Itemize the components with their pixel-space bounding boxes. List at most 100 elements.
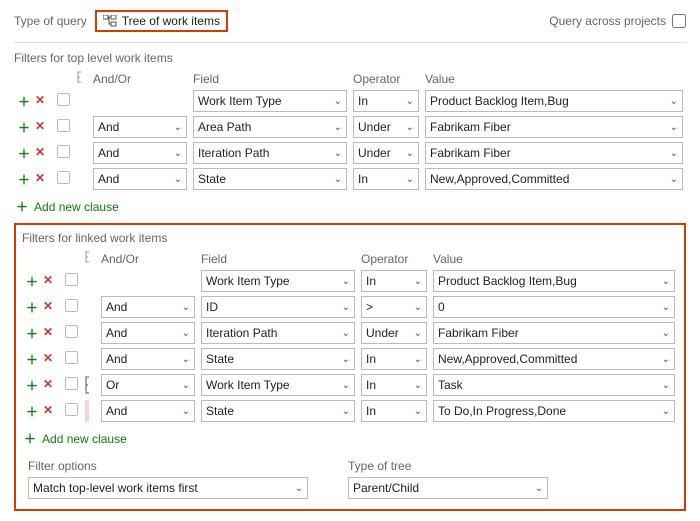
field-select[interactable]: Work Item Type ⌄	[201, 270, 355, 292]
remove-row-icon[interactable]: ✕	[33, 171, 47, 188]
andor-select[interactable]: And ⌄	[101, 296, 195, 318]
operator-select[interactable]: > ⌄	[361, 296, 427, 318]
add-row-icon[interactable]: ＋	[25, 351, 39, 368]
chevron-down-icon: ⌄	[670, 122, 678, 133]
field-select[interactable]: Work Item Type ⌄	[193, 90, 347, 112]
field-select-value: Iteration Path	[198, 146, 269, 160]
row-checkbox[interactable]	[57, 171, 70, 184]
andor-select[interactable]: And ⌄	[101, 348, 195, 370]
operator-select[interactable]: In ⌄	[361, 374, 427, 396]
col-operator-header: Operator	[350, 69, 422, 88]
clause-row: ＋ ✕ And ⌄ Iteration Path ⌄ Under ⌄ Fabri…	[14, 140, 686, 166]
row-checkbox[interactable]	[65, 351, 78, 364]
value-select-value: Task	[438, 378, 463, 392]
operator-select[interactable]: Under ⌄	[353, 142, 419, 164]
chevron-down-icon: ⌄	[662, 302, 670, 313]
value-select[interactable]: 0 ⌄	[433, 296, 675, 318]
type-of-tree-select[interactable]: Parent/Child ⌄	[348, 477, 548, 499]
field-select[interactable]: State ⌄	[201, 400, 355, 422]
row-checkbox[interactable]	[65, 325, 78, 338]
andor-select[interactable]: And ⌄	[93, 116, 187, 138]
field-select[interactable]: Work Item Type ⌄	[201, 374, 355, 396]
field-select[interactable]: State ⌄	[193, 168, 347, 190]
operator-select[interactable]: In ⌄	[353, 168, 419, 190]
add-row-icon[interactable]: ＋	[25, 403, 39, 420]
row-checkbox[interactable]	[65, 403, 78, 416]
field-select[interactable]: Area Path ⌄	[193, 116, 347, 138]
query-across-projects-checkbox[interactable]	[672, 14, 686, 28]
chevron-down-icon: ⌄	[174, 122, 182, 133]
chevron-down-icon: ⌄	[662, 380, 670, 391]
operator-select[interactable]: In ⌄	[353, 90, 419, 112]
chevron-down-icon: ⌄	[174, 174, 182, 185]
field-select[interactable]: State ⌄	[201, 348, 355, 370]
field-select-value: Iteration Path	[206, 326, 277, 340]
clause-row: ＋ ✕ Work Item Type ⌄ In ⌄ Product Backlo…	[22, 268, 678, 294]
operator-select-value: Under	[358, 120, 391, 134]
filter-options: Filter options Match top-level work item…	[28, 459, 308, 499]
value-select[interactable]: New,Approved,Committed ⌄	[433, 348, 675, 370]
value-select-value: New,Approved,Committed	[430, 172, 569, 186]
row-checkbox[interactable]	[65, 273, 78, 286]
remove-row-icon[interactable]: ✕	[41, 325, 55, 342]
row-checkbox[interactable]	[65, 377, 78, 390]
remove-row-icon[interactable]: ✕	[33, 119, 47, 136]
add-row-icon[interactable]: ＋	[17, 119, 31, 136]
operator-select[interactable]: Under ⌄	[361, 322, 427, 344]
add-clause-linked[interactable]: ＋ Add new clause	[22, 424, 678, 449]
value-select[interactable]: Task ⌄	[433, 374, 675, 396]
value-select[interactable]: To Do,In Progress,Done ⌄	[433, 400, 675, 422]
value-select-value: 0	[438, 300, 445, 314]
chevron-down-icon: ⌄	[414, 302, 422, 313]
chevron-down-icon: ⌄	[174, 148, 182, 159]
value-select-value: New,Approved,Committed	[438, 352, 577, 366]
remove-row-icon[interactable]: ✕	[41, 403, 55, 420]
add-clause-label: Add new clause	[34, 200, 119, 214]
operator-select[interactable]: In ⌄	[361, 348, 427, 370]
remove-row-icon[interactable]: ✕	[41, 273, 55, 290]
remove-row-icon[interactable]: ✕	[33, 93, 47, 110]
query-type-selector[interactable]: Tree of work items	[95, 10, 228, 32]
andor-select[interactable]: And ⌄	[93, 168, 187, 190]
field-select[interactable]: ID ⌄	[201, 296, 355, 318]
remove-row-icon[interactable]: ✕	[41, 377, 55, 394]
add-row-icon[interactable]: ＋	[25, 377, 39, 394]
operator-select[interactable]: Under ⌄	[353, 116, 419, 138]
add-row-icon[interactable]: ＋	[17, 145, 31, 162]
add-row-icon[interactable]: ＋	[25, 273, 39, 290]
andor-select[interactable]: Or ⌄	[101, 374, 195, 396]
add-row-icon[interactable]: ＋	[25, 325, 39, 342]
query-across-projects-label: Query across projects	[549, 14, 666, 28]
value-select[interactable]: Product Backlog Item,Bug ⌄	[433, 270, 675, 292]
row-checkbox[interactable]	[65, 299, 78, 312]
field-select-value: State	[206, 352, 234, 366]
andor-select[interactable]: And ⌄	[101, 322, 195, 344]
value-select[interactable]: Fabrikam Fiber ⌄	[433, 322, 675, 344]
operator-select[interactable]: In ⌄	[361, 270, 427, 292]
andor-select[interactable]: And ⌄	[101, 400, 195, 422]
remove-row-icon[interactable]: ✕	[33, 145, 47, 162]
chevron-down-icon: ⌄	[334, 148, 342, 159]
row-checkbox[interactable]	[57, 119, 70, 132]
col-value-header: Value	[422, 69, 686, 88]
value-select[interactable]: Product Backlog Item,Bug ⌄	[425, 90, 683, 112]
value-select[interactable]: Fabrikam Fiber ⌄	[425, 142, 683, 164]
add-row-icon[interactable]: ＋	[17, 171, 31, 188]
field-select[interactable]: Iteration Path ⌄	[193, 142, 347, 164]
row-checkbox[interactable]	[57, 145, 70, 158]
field-select[interactable]: Iteration Path ⌄	[201, 322, 355, 344]
remove-row-icon[interactable]: ✕	[41, 351, 55, 368]
operator-select[interactable]: In ⌄	[361, 400, 427, 422]
add-row-icon[interactable]: ＋	[17, 93, 31, 110]
value-select[interactable]: Fabrikam Fiber ⌄	[425, 116, 683, 138]
andor-select[interactable]: And ⌄	[93, 142, 187, 164]
add-clause-top[interactable]: ＋ Add new clause	[14, 192, 686, 217]
row-checkbox[interactable]	[57, 93, 70, 106]
remove-row-icon[interactable]: ✕	[41, 299, 55, 316]
linked-options: Filter options Match top-level work item…	[22, 459, 678, 499]
add-row-icon[interactable]: ＋	[25, 299, 39, 316]
chevron-down-icon: ⌄	[406, 122, 414, 133]
filter-options-select[interactable]: Match top-level work items first ⌄	[28, 477, 308, 499]
group-bracket-icon[interactable]	[85, 376, 95, 394]
value-select[interactable]: New,Approved,Committed ⌄	[425, 168, 683, 190]
